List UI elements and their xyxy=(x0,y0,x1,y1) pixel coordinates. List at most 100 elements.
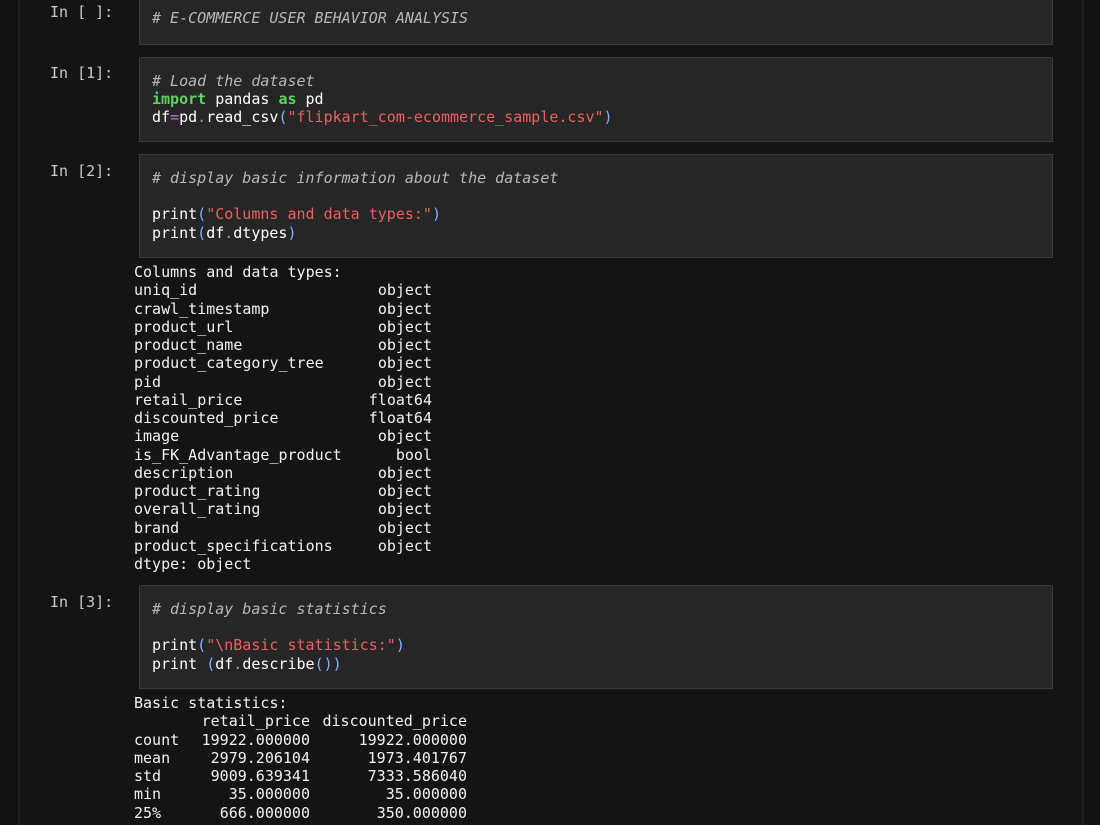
dtype-row: uniq_id object xyxy=(134,281,432,299)
stats-row: min 35.000000 35.000000 xyxy=(134,785,467,803)
code-cell-1[interactable]: # Load the dataset import pandas as pd df=… xyxy=(139,57,1053,142)
dtype-column-name: pid xyxy=(134,372,162,391)
code-token-plain: dtypes xyxy=(233,223,288,242)
code-token-plain: pd xyxy=(296,90,324,109)
dtype-column-name: discounted_price xyxy=(134,409,279,427)
dtype-column-name: product_name xyxy=(134,336,243,354)
stats-row: mean 2979.206104 1973.401767 xyxy=(134,749,467,767)
stats-discounted-value: 350.000000 xyxy=(376,803,467,822)
stats-discounted-value: 1973.401767 xyxy=(367,748,467,767)
code-line: print(df.dtypes) xyxy=(152,224,1040,242)
code-token-comment: # Load the dataset xyxy=(152,72,315,90)
cell-prompt-2: In [2]: xyxy=(50,162,114,180)
dtype-row: overall_rating object xyxy=(134,500,432,518)
code-line: # display basic statistics xyxy=(152,600,1040,618)
code-token-str: "Columns and data types:" xyxy=(206,205,432,224)
dtype-value: object xyxy=(377,372,432,391)
code-token-paren: ( xyxy=(197,223,207,242)
dtype-value: float64 xyxy=(368,409,432,427)
stats-discounted-value: 7333.586040 xyxy=(367,767,467,785)
dtype-column-name: product_specifications xyxy=(134,536,333,555)
code-token-paren: ( xyxy=(206,654,216,673)
stats-row: std 9009.639341 7333.586040 xyxy=(134,767,467,785)
code-token-plain: describe xyxy=(242,654,315,673)
dtype-row: retail_price float64 xyxy=(134,391,432,409)
code-token-paren: ( xyxy=(197,636,207,655)
dtype-column-name: product_rating xyxy=(134,482,261,500)
dtype-row: product_rating object xyxy=(134,482,432,500)
dtype-row: brand object xyxy=(134,519,432,537)
dtype-row: crawl_timestamp object xyxy=(134,300,432,318)
stats-table: count 19922.000000 19922.000000 mean 2979.20… xyxy=(134,731,467,822)
code-token-paren: ( xyxy=(197,205,207,224)
dtype-row: pid object xyxy=(134,373,432,391)
dtype-column-name: description xyxy=(134,463,234,482)
dtype-value: object xyxy=(377,281,432,300)
output-dtypes-footer: dtype: object xyxy=(134,555,252,573)
stats-col-retail: retail_price xyxy=(201,712,310,731)
dtype-value: object xyxy=(377,500,432,519)
code-cell-3[interactable]: # display basic statistics print("\nBasic… xyxy=(139,585,1053,689)
dtype-column-name: brand xyxy=(134,518,180,537)
stats-retail-value: 19922.000000 xyxy=(201,730,310,749)
code-token-kw: import xyxy=(152,90,207,109)
code-line: # E-COMMERCE USER BEHAVIOR ANALYSIS xyxy=(152,9,1040,27)
code-token-plain: pandas xyxy=(206,90,279,109)
code-line: print (df.describe()) xyxy=(152,655,1040,673)
code-token-comment: # E-COMMERCE USER BEHAVIOR ANALYSIS xyxy=(152,9,469,27)
code-token-paren: ()) xyxy=(314,654,342,673)
dtype-value: object xyxy=(377,317,432,336)
dtype-value: object xyxy=(377,427,432,446)
code-line: # Load the dataset xyxy=(152,72,1040,90)
code-token-op: . xyxy=(197,108,207,127)
stats-index: min xyxy=(134,785,162,804)
dtype-row: image object xyxy=(134,427,432,445)
code-token-plain: df xyxy=(152,108,171,127)
stats-row: 25% 666.000000 350.000000 xyxy=(134,804,467,822)
dtype-column-name: image xyxy=(134,427,180,446)
stats-index: 25% xyxy=(134,803,162,822)
dtype-column-name: is_FK_Advantage_product xyxy=(134,445,342,464)
code-token-op: . xyxy=(233,654,243,673)
dtype-column-name: product_category_tree xyxy=(134,354,324,373)
code-line: import pandas as pd xyxy=(152,90,1040,108)
cell-prompt-3: In [3]: xyxy=(50,593,114,611)
dtype-value: object xyxy=(377,299,432,318)
cell-prompt-1: In [1]: xyxy=(50,64,114,82)
dtype-row: product_url object xyxy=(134,318,432,336)
code-cell-0[interactable]: # E-COMMERCE USER BEHAVIOR ANALYSIS xyxy=(139,0,1053,45)
output-stats: Basic statistics: retail_price discounte… xyxy=(134,694,467,822)
stats-retail-value: 666.000000 xyxy=(219,803,310,822)
dtype-value: object xyxy=(377,463,432,482)
dtype-value: object xyxy=(377,336,432,354)
code-token-op: = xyxy=(170,108,180,127)
code-token-plain: print xyxy=(152,636,198,655)
code-line: # display basic information about the da… xyxy=(152,169,1040,187)
dtype-row: product_category_tree object xyxy=(134,354,432,372)
stats-retail-value: 2979.206104 xyxy=(210,748,310,767)
stats-row: count 19922.000000 19922.000000 xyxy=(134,731,467,749)
dtype-value: float64 xyxy=(368,390,432,409)
stats-column-header: retail_price discounted_price xyxy=(134,712,467,730)
dtype-row: description object xyxy=(134,464,432,482)
dtype-value: bool xyxy=(395,445,432,464)
dtype-row: discounted_price float64 xyxy=(134,409,432,427)
dtype-value: object xyxy=(377,482,432,500)
code-line: print("Columns and data types:") xyxy=(152,205,1040,223)
code-token-str: "flipkart_com-ecommerce_sample.csv" xyxy=(287,108,604,127)
code-cell-2[interactable]: # display basic information about the da… xyxy=(139,154,1053,258)
code-line: df=pd.read_csv("flipkart_com-ecommerce_s… xyxy=(152,108,1040,126)
code-token-paren: ) xyxy=(395,636,405,655)
code-token-plain: pd xyxy=(179,108,198,127)
code-token-paren: ) xyxy=(603,108,613,127)
code-token-paren: ) xyxy=(431,205,441,224)
code-token-plain: print xyxy=(152,205,198,224)
stats-index: count xyxy=(134,730,180,749)
output-dtypes-header: Columns and data types: xyxy=(134,263,342,281)
code-token-kw: as xyxy=(278,90,297,109)
right-border xyxy=(1082,0,1084,825)
dtype-column-name: retail_price xyxy=(134,390,243,409)
stats-index: std xyxy=(134,767,162,785)
code-token-plain: print xyxy=(152,654,207,673)
